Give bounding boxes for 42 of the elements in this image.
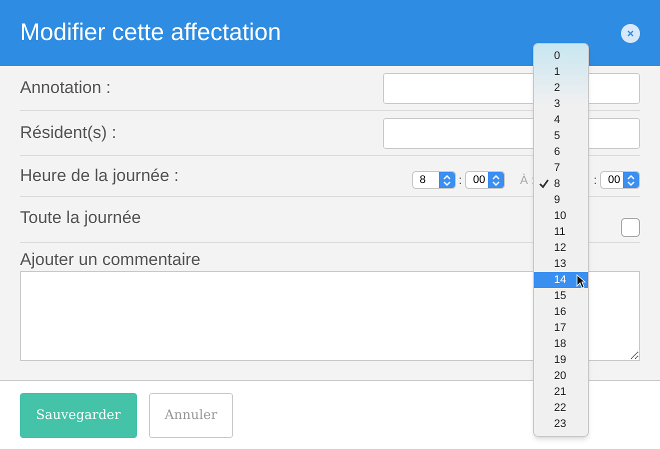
menu-item[interactable]: 16 [534, 304, 588, 320]
time-separator: : [594, 172, 597, 189]
menu-item[interactable]: 15 [534, 288, 588, 304]
menu-item[interactable]: 13 [534, 256, 588, 272]
time-select[interactable]: 00 [600, 171, 640, 189]
menu-item[interactable]: 17 [534, 320, 588, 336]
dialog-title: Modifier cette affectation [20, 18, 282, 48]
field-label: Annotation : [20, 78, 111, 97]
menu-item[interactable]: 12 [534, 240, 588, 256]
menu-item[interactable]: 7 [534, 160, 588, 176]
menu-item[interactable]: 11 [534, 224, 588, 240]
menu-item[interactable]: 6 [534, 144, 588, 160]
menu-item[interactable]: 21 [534, 384, 588, 400]
menu-item[interactable]: 8 [534, 176, 588, 192]
time-select[interactable]: 8 [412, 171, 456, 189]
close-button[interactable] [621, 24, 640, 42]
menu-item[interactable]: 0 [534, 48, 588, 64]
field-label: Heure de la journée : [20, 165, 179, 188]
menu-item[interactable]: 23 [534, 416, 588, 432]
field-label: Toute la journée [20, 207, 141, 229]
field-label: Ajouter un commentaire [20, 250, 200, 269]
stepper-icon [442, 174, 451, 186]
menu-item[interactable]: 1 [534, 64, 588, 80]
field-label: Résident(s) : [20, 123, 116, 142]
stepper-icon [627, 174, 635, 186]
menu-item[interactable]: 18 [534, 336, 588, 352]
menu-item[interactable]: 4 [534, 112, 588, 128]
menu-item[interactable]: 20 [534, 368, 588, 384]
time-select[interactable]: 00 [464, 171, 505, 189]
checkmark-icon [539, 179, 549, 189]
cursor-icon [576, 274, 586, 289]
menu-item[interactable]: 10 [534, 208, 588, 224]
close-icon [627, 30, 634, 36]
menu-item[interactable]: 22 [534, 400, 588, 416]
menu-item[interactable]: 19 [534, 352, 588, 368]
time-separator: : [458, 172, 462, 189]
menu-item[interactable]: 9 [534, 192, 588, 208]
menu-item[interactable]: 2 [534, 80, 588, 96]
checkbox[interactable] [621, 218, 640, 237]
menu-item[interactable]: 5 [534, 128, 588, 144]
menu-item[interactable]: 3 [534, 96, 588, 112]
stepper-icon [492, 174, 500, 186]
